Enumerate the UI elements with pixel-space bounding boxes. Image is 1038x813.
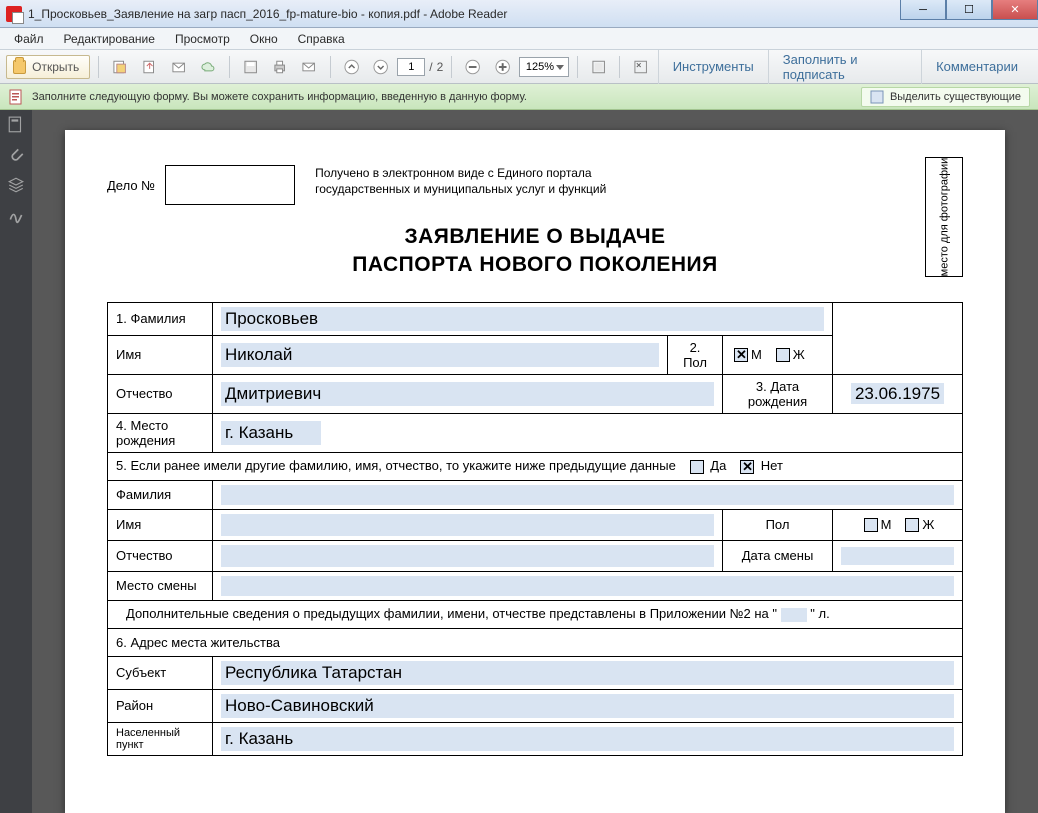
dob-field[interactable]: 23.06.1975 [851, 383, 944, 404]
menu-file[interactable]: Файл [4, 30, 54, 48]
photo-label: место для фотографии [938, 158, 950, 277]
city-label: Населенный пункт [108, 722, 213, 755]
menubar: Файл Редактирование Просмотр Окно Справк… [0, 28, 1038, 50]
prev-gender-m-checkbox[interactable] [864, 518, 878, 532]
dob-label: 3. Дата рождения [723, 374, 833, 413]
prev-surname-field[interactable] [221, 485, 954, 505]
gender-f-checkbox[interactable] [776, 348, 790, 362]
toolbar: Открыть / 2 125% Инструменты Заполнить и… [0, 50, 1038, 84]
pdf-page: Дело № Получено в электронном виде с Еди… [65, 130, 1005, 813]
surname-label: 1. Фамилия [108, 302, 213, 335]
name-label: Имя [108, 335, 213, 374]
highlight-icon [870, 90, 884, 104]
menu-help[interactable]: Справка [288, 30, 355, 48]
app-icon [6, 6, 22, 22]
send-icon[interactable] [166, 55, 191, 79]
side-panel [0, 110, 32, 813]
pob-field[interactable]: г. Казань [221, 421, 321, 445]
window-title: 1_Просковьев_Заявление на загр пасп_2016… [28, 7, 507, 21]
menu-window[interactable]: Окно [240, 30, 288, 48]
prev-name-field[interactable] [221, 514, 714, 536]
gender-label: 2. Пол [668, 335, 723, 374]
prev-name-label: Имя [108, 509, 213, 540]
address-header: 6. Адрес места жительства [108, 628, 963, 656]
prev-surname-label: Фамилия [108, 480, 213, 509]
subject-field[interactable]: Республика Татарстан [221, 661, 954, 685]
prev-gender-label: Пол [723, 509, 833, 540]
fit-width-icon[interactable] [586, 55, 611, 79]
prev-patr-label: Отчество [108, 540, 213, 571]
menu-edit[interactable]: Редактирование [54, 30, 165, 48]
infobar-text: Заполните следующую форму. Вы можете сох… [32, 91, 527, 103]
thumbnails-icon[interactable] [7, 116, 25, 134]
pob-label: 4. Место рождения [108, 413, 213, 452]
change-place-label: Место смены [108, 571, 213, 600]
page-total: 2 [437, 60, 444, 74]
open-label: Открыть [32, 60, 79, 74]
folder-icon [13, 60, 26, 74]
create-pdf-icon[interactable] [107, 55, 132, 79]
change-date-field[interactable] [841, 547, 954, 565]
zoom-out-icon[interactable] [460, 55, 485, 79]
save-icon[interactable] [238, 55, 263, 79]
page-input[interactable] [397, 58, 425, 76]
gender-m-checkbox[interactable] [734, 348, 748, 362]
form-infobar: Заполните следующую форму. Вы можете сох… [0, 84, 1038, 110]
tools-link[interactable]: Инструменты [658, 50, 768, 84]
zoom-select[interactable]: 125% [519, 57, 569, 77]
mail-icon[interactable] [296, 55, 321, 79]
page-sep: / [429, 60, 432, 74]
photo-placeholder: место для фотографии [925, 157, 963, 277]
zoom-value: 125% [526, 61, 554, 73]
print-icon[interactable] [267, 55, 292, 79]
page-up-icon[interactable] [339, 55, 364, 79]
attachments-icon[interactable] [7, 146, 25, 164]
prev-yes-checkbox[interactable] [690, 460, 704, 474]
prev-no-checkbox[interactable] [740, 460, 754, 474]
close-button[interactable]: ✕ [992, 0, 1038, 20]
raion-field[interactable]: Ново-Савиновский [221, 694, 954, 718]
form-icon [8, 89, 24, 105]
highlight-label: Выделить существующие [890, 91, 1021, 103]
cloud-icon[interactable] [195, 55, 220, 79]
delo-field[interactable] [165, 165, 295, 205]
change-date-label: Дата смены [723, 540, 833, 571]
city-field[interactable]: г. Казань [221, 727, 954, 751]
export-pdf-icon[interactable] [137, 55, 162, 79]
prev-patr-field[interactable] [221, 545, 714, 567]
comment-link[interactable]: Комментарии [921, 50, 1032, 84]
subject-label: Субъект [108, 656, 213, 689]
signatures-icon[interactable] [7, 206, 25, 224]
page-down-icon[interactable] [368, 55, 393, 79]
name-field[interactable]: Николай [221, 343, 659, 367]
change-place-field[interactable] [221, 576, 954, 596]
gender-cell: М Ж [723, 335, 833, 374]
minimize-button[interactable]: ─ [900, 0, 946, 20]
raion-label: Район [108, 689, 213, 722]
open-button[interactable]: Открыть [6, 55, 90, 79]
appendix-row: Дополнительные сведения о предыдущих фам… [108, 600, 963, 628]
patr-label: Отчество [108, 374, 213, 413]
menu-view[interactable]: Просмотр [165, 30, 240, 48]
portal-text: Получено в электронном виде с Единого по… [315, 165, 645, 197]
prev-gender-f-checkbox[interactable] [905, 518, 919, 532]
appendix-pages-field[interactable] [781, 608, 807, 622]
fill-sign-link[interactable]: Заполнить и подписать [768, 50, 921, 84]
document-area[interactable]: Дело № Получено в электронном виде с Еди… [32, 110, 1038, 813]
layers-icon[interactable] [7, 176, 25, 194]
doc-title: ЗАЯВЛЕНИЕ О ВЫДАЧЕ ПАСПОРТА НОВОГО ПОКОЛ… [107, 223, 963, 280]
read-mode-icon[interactable] [628, 55, 653, 79]
maximize-button[interactable]: ☐ [946, 0, 992, 20]
titlebar: 1_Просковьев_Заявление на загр пасп_2016… [0, 0, 1038, 28]
patr-field[interactable]: Дмитриевич [221, 382, 714, 406]
surname-field[interactable]: Просковьев [221, 307, 824, 331]
prev-names-question: 5. Если ранее имели другие фамилию, имя,… [108, 452, 963, 480]
zoom-in-icon[interactable] [490, 55, 515, 79]
delo-label: Дело № [107, 178, 155, 193]
highlight-fields-button[interactable]: Выделить существующие [861, 87, 1030, 107]
